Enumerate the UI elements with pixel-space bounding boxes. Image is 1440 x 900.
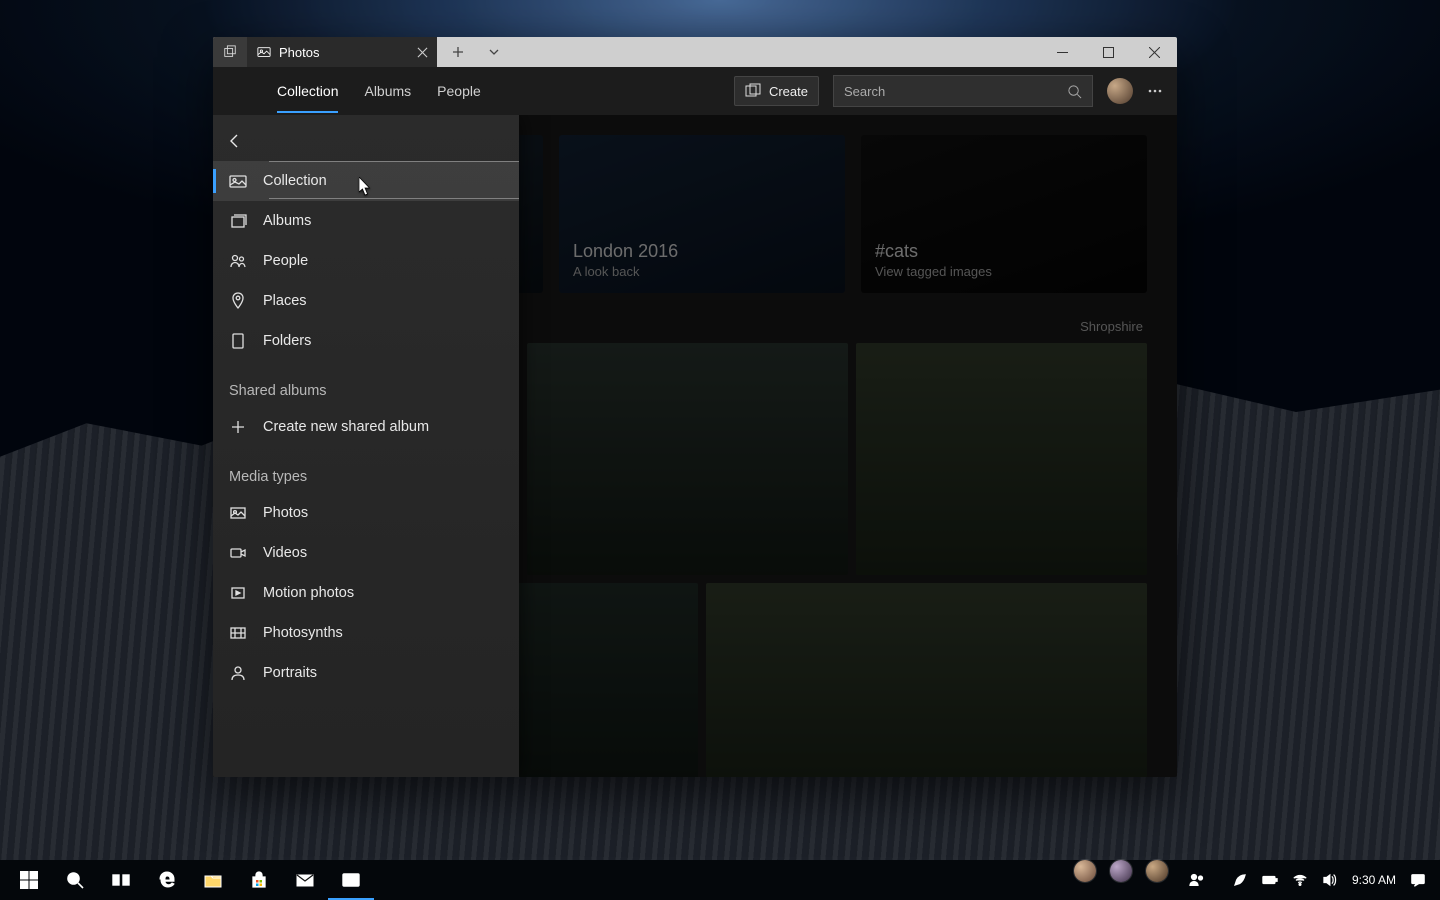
titlebar: Photos (213, 37, 1177, 67)
task-view-button[interactable] (98, 860, 144, 900)
motion-photos-icon (229, 584, 247, 602)
search-placeholder: Search (844, 84, 885, 99)
hero-card[interactable]: London 2016 A look back (559, 135, 845, 293)
hero-card-title: #cats (875, 241, 1133, 262)
sidebar-item-label: Create new shared album (263, 419, 429, 435)
portraits-icon (229, 664, 247, 682)
system-tray: 9:30 AM (1224, 872, 1434, 888)
sidebar-item-label: Photos (263, 505, 308, 521)
sidebar-item-label: Places (263, 293, 307, 309)
pivot-collection[interactable]: Collection (277, 83, 338, 113)
sidebar-item-label: Photosynths (263, 625, 343, 641)
sidebar-item-portraits[interactable]: Portraits (213, 653, 519, 693)
sidebar-header-media: Media types (213, 447, 519, 493)
people-contact[interactable] (1074, 860, 1096, 882)
taskbar-app-explorer[interactable] (190, 860, 236, 900)
battery-icon[interactable] (1262, 872, 1278, 888)
taskbar-app-store[interactable] (236, 860, 282, 900)
create-button[interactable]: Create (734, 76, 819, 106)
mouse-cursor (359, 177, 373, 197)
people-icon (229, 252, 247, 270)
volume-icon[interactable] (1322, 872, 1338, 888)
albums-icon (229, 212, 247, 230)
taskbar-app-photos[interactable] (328, 860, 374, 900)
sidebar-item-places[interactable]: Places (213, 281, 519, 321)
taskbar: 9:30 AM (0, 860, 1440, 900)
minimize-button[interactable] (1039, 37, 1085, 67)
people-contact[interactable] (1146, 860, 1168, 882)
taskbar-clock[interactable]: 9:30 AM (1352, 873, 1396, 887)
content-area: London 2016 A look back #cats View tagge… (213, 115, 1177, 777)
sidebar-item-motion-photos[interactable]: Motion photos (213, 573, 519, 613)
places-icon (229, 292, 247, 310)
hero-card-subtitle: A look back (573, 264, 831, 279)
photosynths-icon (229, 624, 247, 642)
photo-thumbnail[interactable] (856, 343, 1147, 575)
window-controls (1039, 37, 1177, 67)
sidebar-header-shared: Shared albums (213, 361, 519, 407)
search-box[interactable]: Search (833, 75, 1093, 107)
search-button[interactable] (52, 860, 98, 900)
folders-icon (229, 332, 247, 350)
more-icon[interactable] (1147, 83, 1163, 99)
wifi-icon[interactable] (1292, 872, 1308, 888)
hero-card-subtitle: View tagged images (875, 264, 1133, 279)
tab-list-button[interactable] (477, 37, 511, 67)
photo-thumbnail[interactable] (706, 583, 1147, 777)
start-button[interactable] (6, 860, 52, 900)
new-tab-button[interactable] (441, 37, 475, 67)
pivot-albums[interactable]: Albums (364, 83, 411, 99)
sidebar-item-photosynths[interactable]: Photosynths (213, 613, 519, 653)
plus-icon (229, 418, 247, 436)
sidebar-item-label: Albums (263, 213, 311, 229)
sidebar-item-label: Portraits (263, 665, 317, 681)
sidebar-item-label: Videos (263, 545, 307, 561)
tab-close-button[interactable] (413, 43, 431, 61)
nav-flyout: Collection Albums People Places Folders … (213, 115, 519, 777)
account-avatar[interactable] (1107, 78, 1133, 104)
maximize-button[interactable] (1085, 37, 1131, 67)
sidebar-item-label: Folders (263, 333, 311, 349)
back-button[interactable] (213, 121, 257, 161)
collection-icon (229, 172, 247, 190)
photos-app-window: Photos Collection Albums People Create (213, 37, 1177, 777)
videos-icon (229, 544, 247, 562)
app-tab-label: Photos (279, 45, 319, 60)
close-button[interactable] (1131, 37, 1177, 67)
command-bar: Collection Albums People Create Search (213, 67, 1177, 115)
taskbar-app-edge[interactable] (144, 860, 190, 900)
create-button-label: Create (769, 84, 808, 99)
sidebar-item-label: Motion photos (263, 585, 354, 601)
sidebar-item-albums[interactable]: Albums (213, 201, 519, 241)
action-center-icon[interactable] (1410, 872, 1426, 888)
sidebar-item-label: Collection (263, 173, 327, 189)
sets-prev-button[interactable] (213, 37, 247, 67)
sidebar-item-people[interactable]: People (213, 241, 519, 281)
sidebar-item-label: People (263, 253, 308, 269)
sidebar-item-photos[interactable]: Photos (213, 493, 519, 533)
hero-card[interactable]: #cats View tagged images (861, 135, 1147, 293)
taskbar-app-mail[interactable] (282, 860, 328, 900)
people-bar (1062, 860, 1224, 900)
sidebar-item-videos[interactable]: Videos (213, 533, 519, 573)
hero-card-title: London 2016 (573, 241, 831, 262)
tab-strip (437, 37, 1039, 67)
photos-icon (229, 504, 247, 522)
people-contact[interactable] (1110, 860, 1132, 882)
group-location-label: Shropshire (1080, 319, 1143, 334)
app-tab-photos[interactable]: Photos (247, 37, 437, 67)
photo-thumbnail[interactable] (527, 343, 847, 575)
sidebar-item-folders[interactable]: Folders (213, 321, 519, 361)
pen-icon[interactable] (1232, 872, 1248, 888)
sidebar-create-shared-album[interactable]: Create new shared album (213, 407, 519, 447)
people-button[interactable] (1182, 860, 1212, 900)
pivot-tabs: Collection Albums People (227, 83, 481, 99)
search-icon (1067, 84, 1082, 99)
pivot-people[interactable]: People (437, 83, 481, 99)
